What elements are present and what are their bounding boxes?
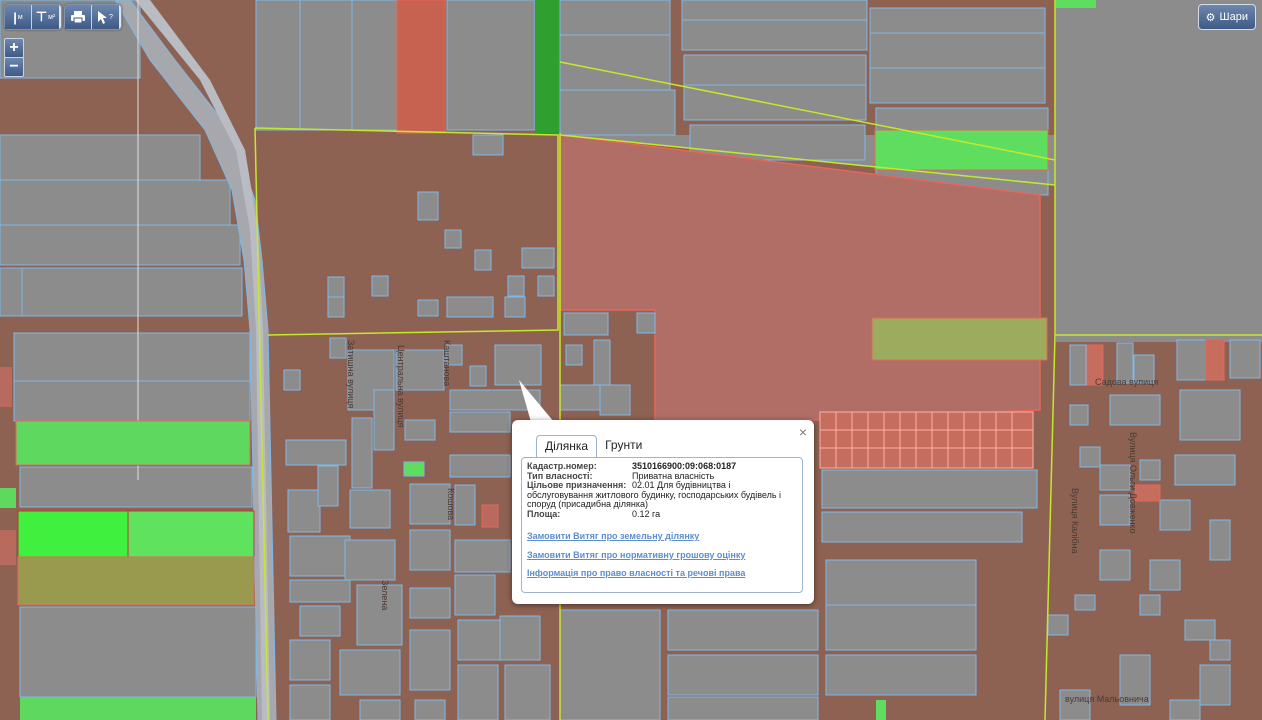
parcel-info-popup: × Ділянка Грунти Кадастр.номер: 35101669… (512, 420, 814, 604)
street-label: Кошова (446, 488, 456, 520)
purpose-row: Цільове призначення: 02.01 Для будівницт… (527, 480, 797, 491)
ruler-icon[interactable]: | м (5, 5, 32, 29)
popup-tabs: Ділянка Грунти (536, 435, 650, 457)
zoom-in-button[interactable]: + (4, 38, 24, 58)
close-icon[interactable]: × (799, 424, 807, 440)
parcel-details: Кадастр.номер: 3510166900:09:068:0187 Ти… (521, 457, 803, 593)
layers-button[interactable]: ⚙ Шари (1197, 4, 1256, 30)
tools-toolbar: ? (64, 4, 122, 30)
printer-icon[interactable] (65, 5, 92, 29)
street-label: вулиця Мальовнича (1065, 694, 1149, 704)
order-parcel-extract-link[interactable]: Замовити Витяг про земельну ділянку (527, 531, 797, 542)
purpose-continuation: обслуговування житлового будинку, господ… (527, 489, 782, 509)
area-icon[interactable]: ⊤ м² (32, 5, 59, 29)
street-label: Центральна вулиця (396, 345, 406, 428)
cursor-question-icon[interactable]: ? (92, 5, 119, 29)
tab-soils[interactable]: Грунти (597, 435, 650, 457)
purpose-label: Цільове призначення: (527, 480, 627, 490)
tab-parcel[interactable]: Ділянка (536, 435, 598, 457)
gear-icon: ⚙ (1205, 11, 1216, 24)
measure-toolbar: | м ⊤ м² (4, 4, 62, 30)
area-value: 0.12 га (632, 508, 661, 519)
order-valuation-extract-link[interactable]: Замовити Витяг про нормативну грошову оц… (527, 550, 797, 561)
zoom-out-button[interactable]: − (4, 57, 24, 77)
street-label: Вулиця Калібна (1070, 488, 1080, 554)
purpose-value: 02.01 Для будівництва і (632, 480, 731, 490)
area-row: Площа: 0.12 га (527, 508, 797, 520)
area-label: Площа: (527, 508, 561, 519)
street-label: Затишна вулиця (346, 340, 356, 408)
street-label: Каштанова (442, 340, 452, 386)
ownership-rights-link[interactable]: Інформація про право власності та речові… (527, 568, 797, 579)
street-label: Зелена (380, 580, 390, 610)
street-label: Садова вулиця (1095, 377, 1158, 387)
cadastral-map[interactable]: Затишна вулиця Центральна вулиця Каштанова… (0, 0, 1262, 720)
street-label: Вулиця Ольги Довженко (1128, 432, 1138, 534)
